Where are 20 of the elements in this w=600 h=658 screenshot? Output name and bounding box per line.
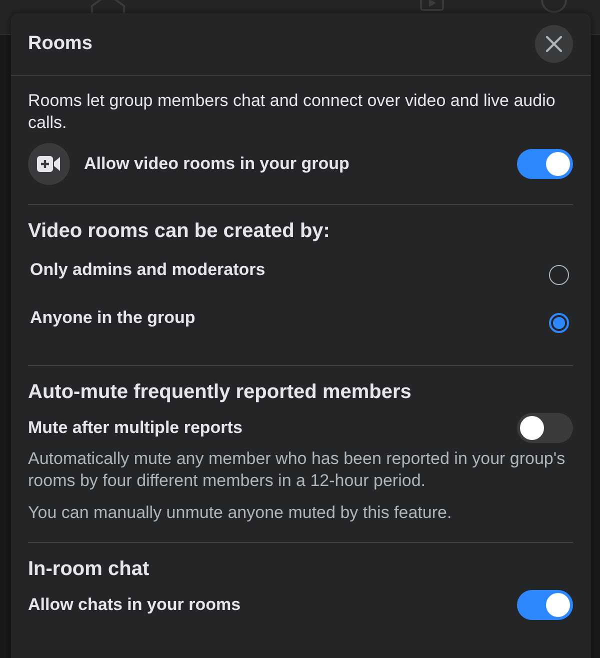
radio-button[interactable] xyxy=(549,265,569,285)
close-icon xyxy=(545,35,563,53)
setting-label: Allow chats in your rooms xyxy=(28,595,242,615)
setting-label: Allow video rooms in your group xyxy=(84,154,350,174)
section-heading: Video rooms can be created by: xyxy=(28,220,331,243)
option-label: Only admins and moderators xyxy=(29,260,266,280)
toggle-switch[interactable] xyxy=(517,413,573,443)
toggle-switch[interactable] xyxy=(517,149,573,179)
setting-label: Mute after multiple reports xyxy=(28,418,244,438)
help-text: You can manually unmute anyone muted by this feature. xyxy=(28,502,453,524)
close-button[interactable] xyxy=(535,25,573,63)
section-heading: Auto-mute frequently reported members xyxy=(28,381,412,404)
video-add-icon xyxy=(28,143,70,185)
radio-button[interactable] xyxy=(549,313,569,333)
description: Rooms let group members chat and connect over video and live audio calls. xyxy=(28,90,556,134)
toggle-switch[interactable] xyxy=(517,590,573,620)
section-heading: In-room chat xyxy=(28,558,150,581)
help-text: Automatically mute any member who has been reported in your group's rooms by four different members in a 12-hour period. xyxy=(28,448,566,492)
dialog-title: Rooms xyxy=(28,33,92,55)
option-label: Anyone in the group xyxy=(29,308,196,328)
